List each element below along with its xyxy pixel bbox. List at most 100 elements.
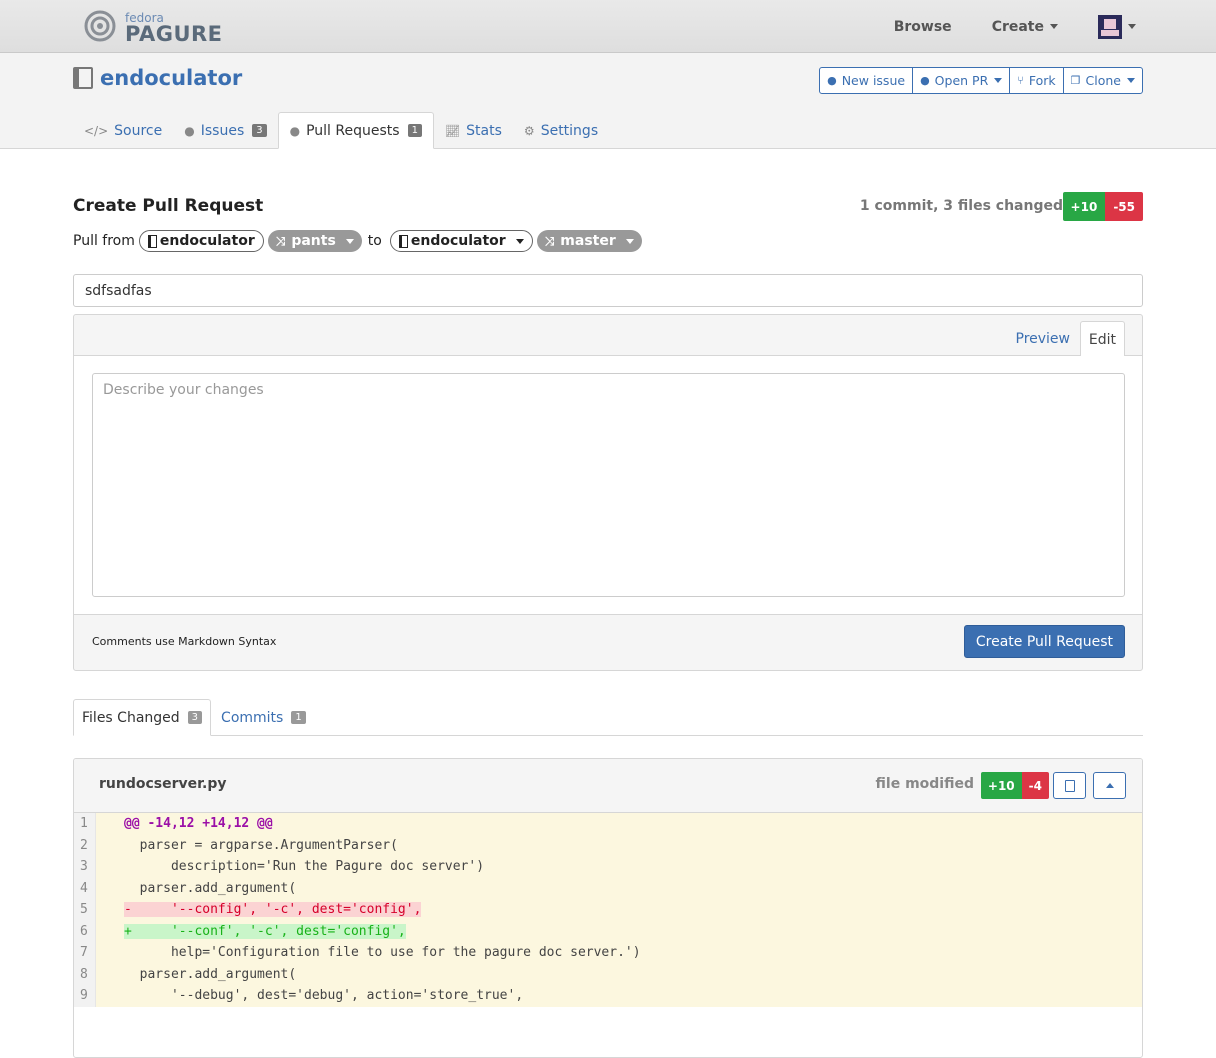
tab-issues[interactable]: ● Issues 3 <box>173 112 277 149</box>
nav-browse[interactable]: Browse <box>894 19 952 35</box>
tab-source-label: Source <box>114 122 163 139</box>
create-pull-request-button[interactable]: Create Pull Request <box>963 625 1125 658</box>
tab-settings-label: Settings <box>540 122 599 139</box>
top-nav: Browse Create <box>854 0 1136 53</box>
pr-summary: 1 commit, 3 files changed <box>859 198 1063 214</box>
copy-icon: ❐ <box>1070 74 1081 87</box>
files-count-badge: 3 <box>187 711 203 724</box>
tab-stats[interactable]: 📈︎ Stats <box>434 112 513 149</box>
line-number[interactable]: 7 <box>74 942 96 964</box>
line-content: help='Configuration file to use for the … <box>96 942 641 964</box>
line-number[interactable]: 1 <box>74 813 96 835</box>
tab-files-changed[interactable]: Files Changed 3 <box>73 699 212 736</box>
line-text: - '--config', '-c', dest='config', <box>124 902 422 918</box>
to-branch-dropdown[interactable]: ⤨ master <box>536 230 642 252</box>
pull-from-label: Pull from <box>73 233 135 249</box>
from-repo-label: endoculator <box>159 233 255 249</box>
diff-line: 4 parser.add_argument( <box>74 877 1142 900</box>
nav-browse-label: Browse <box>893 18 952 35</box>
line-text: + '--conf', '-c', dest='config', <box>124 923 406 939</box>
line-text: '--debug', dest='debug', action='store_t… <box>124 988 524 1004</box>
tab-edit[interactable]: Edit <box>1079 321 1125 357</box>
line-number[interactable]: 2 <box>74 834 96 856</box>
line-number[interactable]: 6 <box>74 920 96 942</box>
pr-diffstat: +10 -55 <box>1062 192 1143 221</box>
fork-label: Fork <box>1028 73 1056 88</box>
arrow-circle-down-icon: ● <box>289 123 301 138</box>
description-textarea[interactable]: Describe your changes <box>92 373 1125 597</box>
new-issue-button[interactable]: ● New issue <box>819 67 914 94</box>
line-text: parser.add_argument( <box>124 880 297 896</box>
nav-create[interactable]: Create <box>992 19 1058 35</box>
tab-source[interactable]: </> Source <box>73 112 173 149</box>
repo-icon <box>147 234 157 248</box>
file-additions-badge: +10 <box>980 772 1022 799</box>
line-content: @@ -14,12 +14,12 @@ <box>96 813 273 835</box>
line-number[interactable]: 4 <box>74 877 96 899</box>
repo-icon <box>398 234 408 248</box>
editor-footer: Comments use Markdown Syntax Create Pull… <box>74 615 1142 670</box>
random-icon: ⤨ <box>544 233 555 248</box>
clone-label: Clone <box>1085 73 1121 88</box>
pagure-swirl-icon <box>84 10 116 42</box>
line-text: help='Configuration file to use for the … <box>124 945 641 961</box>
line-content: parser.add_argument( <box>96 964 297 986</box>
files-tabs: Files Changed 3 Commits 1 <box>73 699 1143 736</box>
pagure-logo[interactable]: fedora PAGURE <box>81 9 222 46</box>
diff-line: 6 + '--conf', '-c', dest='config', <box>74 920 1142 942</box>
description-editor: Preview Edit Describe your changes Comme… <box>73 314 1143 671</box>
line-number[interactable]: 8 <box>74 963 96 985</box>
tab-commits[interactable]: Commits 1 <box>213 699 314 736</box>
masthead: fedora PAGURE Browse Create <box>0 0 1216 53</box>
diff-line: 7 help='Configuration file to use for th… <box>74 942 1142 964</box>
pr-header: Create Pull Request 1 commit, 3 files ch… <box>73 192 1143 222</box>
pr-count-badge: 1 <box>407 124 422 137</box>
code-icon: </> <box>84 123 109 138</box>
repo-icon <box>73 67 93 89</box>
new-issue-label: New issue <box>841 73 906 88</box>
clone-button[interactable]: ❐ Clone <box>1062 67 1143 94</box>
view-file-button[interactable] <box>1053 772 1086 799</box>
exclamation-circle-icon: ● <box>184 123 195 138</box>
user-menu[interactable] <box>1098 14 1136 39</box>
line-content: parser.add_argument( <box>96 878 297 900</box>
repo-header: endoculator ● New issue ● Open PR ⑂ Fork ❐ C… <box>0 53 1216 149</box>
diff-line: 2 parser = argparse.ArgumentParser( <box>74 834 1142 856</box>
tab-pull-requests[interactable]: ● Pull Requests 1 <box>277 112 434 149</box>
logo-pagure-text: PAGURE <box>125 22 223 46</box>
tab-settings[interactable]: ⚙ Settings <box>513 112 609 149</box>
fork-icon: ⑂ <box>1017 74 1024 87</box>
commits-label: Commits <box>221 709 284 726</box>
tab-preview[interactable]: Preview <box>1008 321 1079 357</box>
page-title: Create Pull Request <box>73 196 264 216</box>
branch-selector: Pull from endoculator ⤨ pants to endocula… <box>73 230 642 252</box>
line-text: parser = argparse.ArgumentParser( <box>124 837 398 853</box>
repo-name-link[interactable]: endoculator <box>100 66 242 90</box>
pr-title-input[interactable]: sdfsadfas <box>73 274 1143 307</box>
caret-down-icon <box>1127 78 1135 83</box>
caret-down-icon <box>625 238 634 244</box>
to-branch-label: master <box>560 233 616 249</box>
from-branch-label: pants <box>291 233 336 249</box>
open-pr-button[interactable]: ● Open PR <box>912 67 1011 94</box>
file-icon <box>1064 779 1075 792</box>
line-number[interactable]: 3 <box>74 856 96 878</box>
to-repo-dropdown[interactable]: endoculator <box>389 230 533 252</box>
file-diffstat: +10 -4 <box>980 772 1049 799</box>
line-number[interactable]: 5 <box>74 899 96 921</box>
deletions-badge: -55 <box>1105 192 1143 221</box>
open-pr-label: Open PR <box>934 73 989 88</box>
collapse-file-button[interactable] <box>1093 772 1126 799</box>
avatar <box>1098 14 1122 39</box>
line-chart-icon: 📈︎ <box>444 123 461 138</box>
from-branch-dropdown[interactable]: ⤨ pants <box>267 230 362 252</box>
diff-code: 1 @@ -14,12 +14,12 @@ 2 parser = argparse.… <box>74 813 1142 1007</box>
line-content: description='Run the Pagure doc server') <box>96 856 484 878</box>
caret-down-icon <box>515 238 524 244</box>
line-number[interactable]: 9 <box>74 985 96 1007</box>
tab-issues-label: Issues <box>200 122 245 139</box>
diff-line: 5 - '--config', '-c', dest='config', <box>74 899 1142 921</box>
fork-button[interactable]: ⑂ Fork <box>1009 67 1064 94</box>
line-content: - '--config', '-c', dest='config', <box>96 899 422 921</box>
diff-line: 1 @@ -14,12 +14,12 @@ <box>74 813 1142 835</box>
